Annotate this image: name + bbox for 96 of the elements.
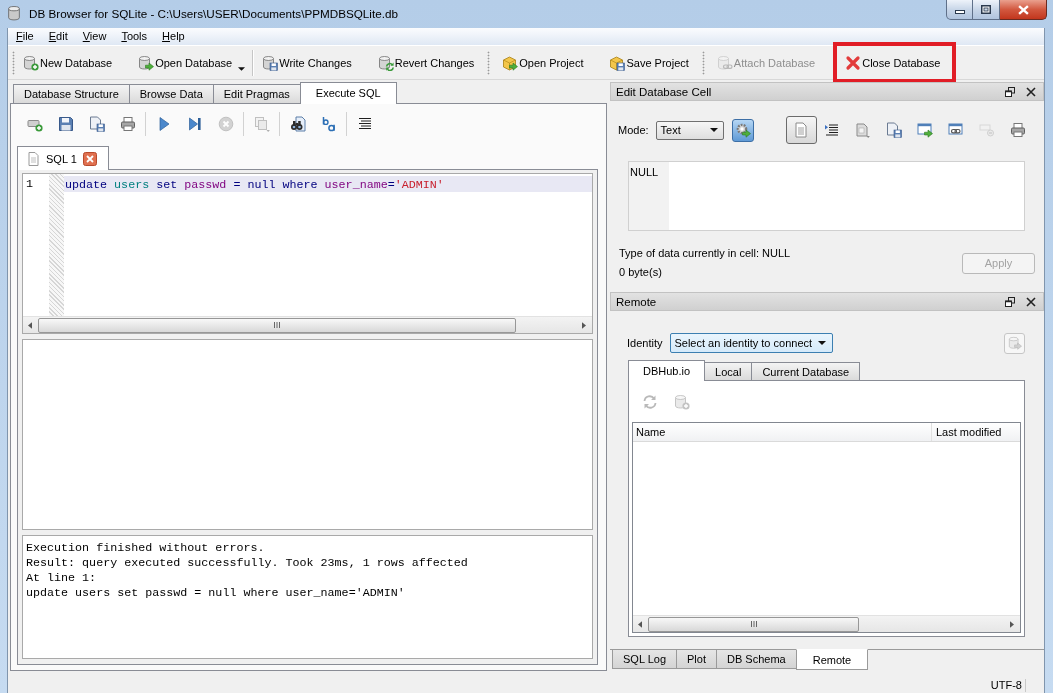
database-arrow-icon [1007,336,1022,350]
tab[interactable]: Browse Data [128,84,214,103]
database-refresh-icon [377,54,394,71]
grip-icon [750,621,757,627]
toolbar-button[interactable]: Revert Changes [373,49,480,76]
tab[interactable]: Current Database [751,362,861,380]
menu-item[interactable]: File [9,28,42,45]
menu-item[interactable]: View [75,28,115,45]
toolbar-button[interactable]: Write Changes [258,49,357,76]
binoculars-icon[interactable] [289,116,306,132]
scrollbar-thumb[interactable] [38,317,516,333]
identity-label: Identity [627,337,663,349]
maximize-icon [981,5,991,14]
document-icon [28,151,39,166]
column-header[interactable]: Name [633,423,932,441]
arrow-left-icon[interactable] [28,321,32,329]
document-floppy-icon [886,122,903,138]
dock-title: Remote [616,295,657,308]
tab-label: SQL 1 [46,152,77,165]
caret-icon [238,66,246,71]
gear-arrow-icon [734,122,751,138]
text-wrap-icon [824,122,841,138]
document-floppy-icon[interactable] [88,116,105,132]
document-icon [793,122,810,138]
close-icon [1017,4,1029,15]
size-info: 0 byte(s) [619,265,663,280]
tab[interactable]: DBHub.io [628,360,706,381]
grip-icon [274,322,280,328]
mode-dropdown[interactable]: Text [655,120,724,140]
sql-editor[interactable]: 1 update users set passwd = null where user_name='ADMIN' [22,173,593,334]
replace-icon[interactable] [320,116,337,132]
toolbar-button[interactable]: Open Project [498,49,589,76]
close-button[interactable] [1000,0,1047,20]
window-title: DB Browser for SQLite - C:\Users\USER\Documents\PPMDBSQLite.db [29,6,398,22]
database-arrow-icon [138,54,155,71]
dock-title: Edit Database Cell [616,85,712,98]
window-link-icon [948,122,965,138]
menu-item[interactable]: Tools [114,28,156,45]
floppy-icon[interactable] [57,116,74,132]
database-floppy-icon [262,54,279,71]
window-minus-icon [979,122,996,138]
toolbar-button[interactable]: Save Project [605,49,694,76]
tool-button[interactable] [785,116,817,144]
horizontal-scrollbar[interactable] [23,316,592,333]
cube-arrow-icon [502,54,519,71]
tab[interactable]: SQL Log [612,650,677,669]
document-caret-icon [855,122,872,138]
close-icon[interactable] [1026,296,1036,307]
cube-floppy-icon [609,54,626,71]
tab[interactable]: Local [704,362,753,380]
type-info: Type of data currently in cell: NULL [619,246,791,261]
printer-icon [1010,122,1027,138]
log-line: At line 1: [26,571,98,586]
log-line: update users set passwd = null where user_name='ADMIN' [26,586,406,601]
tab[interactable]: Plot [676,650,717,669]
tab[interactable]: Execute SQL [299,82,397,104]
float-icon[interactable] [1005,86,1015,97]
caret-icon [818,341,827,345]
database-plus-icon [23,54,39,71]
play-bar-icon[interactable] [186,116,203,132]
database-link-icon [716,54,733,71]
editor-tab[interactable]: SQL 1 [17,146,109,170]
log-line: Execution finished without errors. [26,541,266,556]
identity-dropdown[interactable]: Select an identity to connect [670,333,834,353]
log-line: Result: query executed successfully. Took 23ms, 1 rows affected [26,556,469,571]
database-icon [8,6,20,21]
tab[interactable]: Database Structure [13,84,130,103]
column-header[interactable]: Last modified [932,423,1002,441]
menu-item[interactable]: Help [155,28,193,45]
menu-item[interactable]: Edit [41,28,76,45]
maximize-button[interactable] [973,0,1000,20]
tab[interactable]: DB Schema [716,650,797,669]
close-icon[interactable] [82,151,97,166]
code-text: update users set passwd = null where user_name='ADMIN' [65,178,444,192]
close-icon [845,54,862,71]
close-icon[interactable] [1026,86,1036,97]
scrollbar-thumb[interactable] [648,616,859,632]
minimize-button[interactable] [946,0,973,20]
printer-icon[interactable] [119,116,136,132]
tab[interactable]: Edit Pragmas [212,84,301,103]
encoding-label: UTF-8 [990,679,1026,692]
minimize-icon [954,10,965,14]
tab[interactable]: Remote [795,649,869,670]
arrow-right-icon[interactable] [582,321,586,329]
arrow-right-icon[interactable] [1010,620,1014,628]
toolbar-button[interactable]: Open Database [134,49,251,76]
horizontal-scrollbar[interactable] [633,615,1020,632]
line-number: 1 [25,176,34,192]
arrow-left-icon[interactable] [638,620,642,628]
text-lines-icon[interactable] [356,116,373,132]
auto-switch-button[interactable] [731,118,754,142]
caret-icon [709,128,718,132]
float-icon[interactable] [1005,296,1015,307]
toolbar-button[interactable]: New Database [19,49,118,76]
cell-editor-field[interactable]: NULL [628,161,1025,231]
mode-label: Mode: [618,124,649,136]
